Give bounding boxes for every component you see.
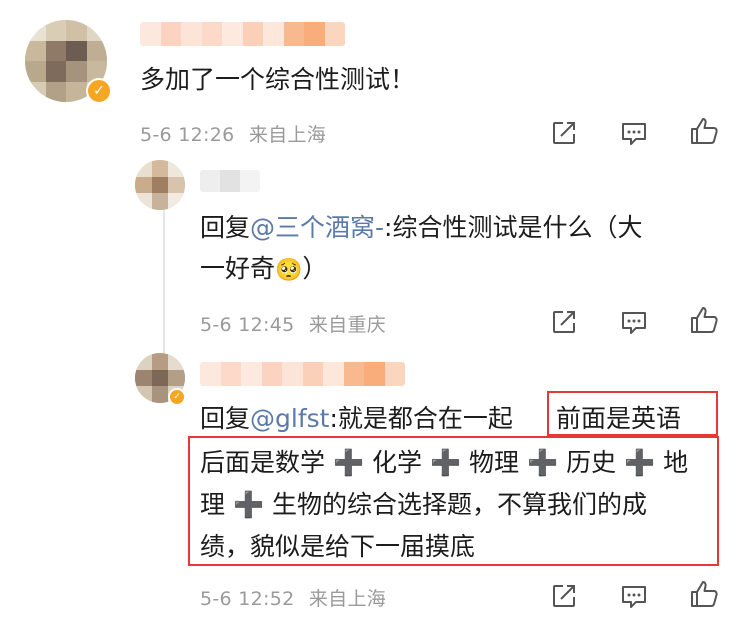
reply-prefix: 回复 [200, 213, 251, 242]
reply-body: :综合性测试是什么（大 [384, 213, 643, 242]
thumbs-up-icon[interactable] [689, 579, 719, 609]
reply-time: 5-6 12:52 [200, 588, 295, 610]
reply-time: 5-6 12:45 [200, 314, 295, 336]
thread-connector-line [163, 186, 165, 360]
reply-avatar[interactable] [135, 160, 185, 210]
reply-mention-link[interactable]: @三个酒窝- [250, 213, 384, 242]
comment-meta: 5-6 12:26 来自上海 [140, 120, 326, 147]
comment-time: 5-6 12:26 [140, 124, 235, 146]
reply-body-cont: 一好奇 [200, 254, 276, 283]
share-icon[interactable] [549, 581, 579, 611]
reply-name-blurred[interactable] [200, 170, 260, 192]
reply-text-line1: 回复@三个酒窝-:综合性测试是什么（大 [200, 208, 642, 248]
reply-name-blurred[interactable] [200, 362, 405, 386]
reply-location: 来自重庆 [308, 314, 387, 336]
verified-badge-icon: ✓ [168, 388, 186, 406]
reply-body-end: ） [302, 254, 328, 283]
comment-text: 多加了一个综合性测试！ [140, 65, 416, 94]
comment-icon[interactable] [619, 307, 649, 337]
reply-mention-link[interactable]: @glfst [250, 404, 329, 433]
highlight-box-main [188, 436, 719, 566]
share-icon[interactable] [549, 307, 579, 337]
highlight-box-top [547, 391, 718, 436]
comment-icon[interactable] [619, 118, 649, 148]
reply-location: 来自上海 [308, 588, 387, 610]
reply-body: :就是都合在一起 [329, 404, 513, 433]
reply-text-line1: 回复@glfst:就是都合在一起 [200, 399, 513, 439]
thumbs-up-icon[interactable] [689, 305, 719, 335]
reply-meta: 5-6 12:52 来自上海 [200, 584, 386, 611]
reply-meta: 5-6 12:45 来自重庆 [200, 310, 386, 337]
verified-badge-icon: ✓ [86, 78, 112, 104]
reply-text-line2: 一好奇🥺） [200, 249, 327, 291]
comment-location: 来自上海 [248, 124, 327, 146]
peeking-face-emoji-icon: 🥺 [275, 258, 303, 283]
reply-prefix: 回复 [200, 404, 251, 433]
comment-icon[interactable] [619, 581, 649, 611]
share-icon[interactable] [549, 118, 579, 148]
commenter-name-blurred[interactable] [140, 22, 345, 46]
thumbs-up-icon[interactable] [689, 116, 719, 146]
